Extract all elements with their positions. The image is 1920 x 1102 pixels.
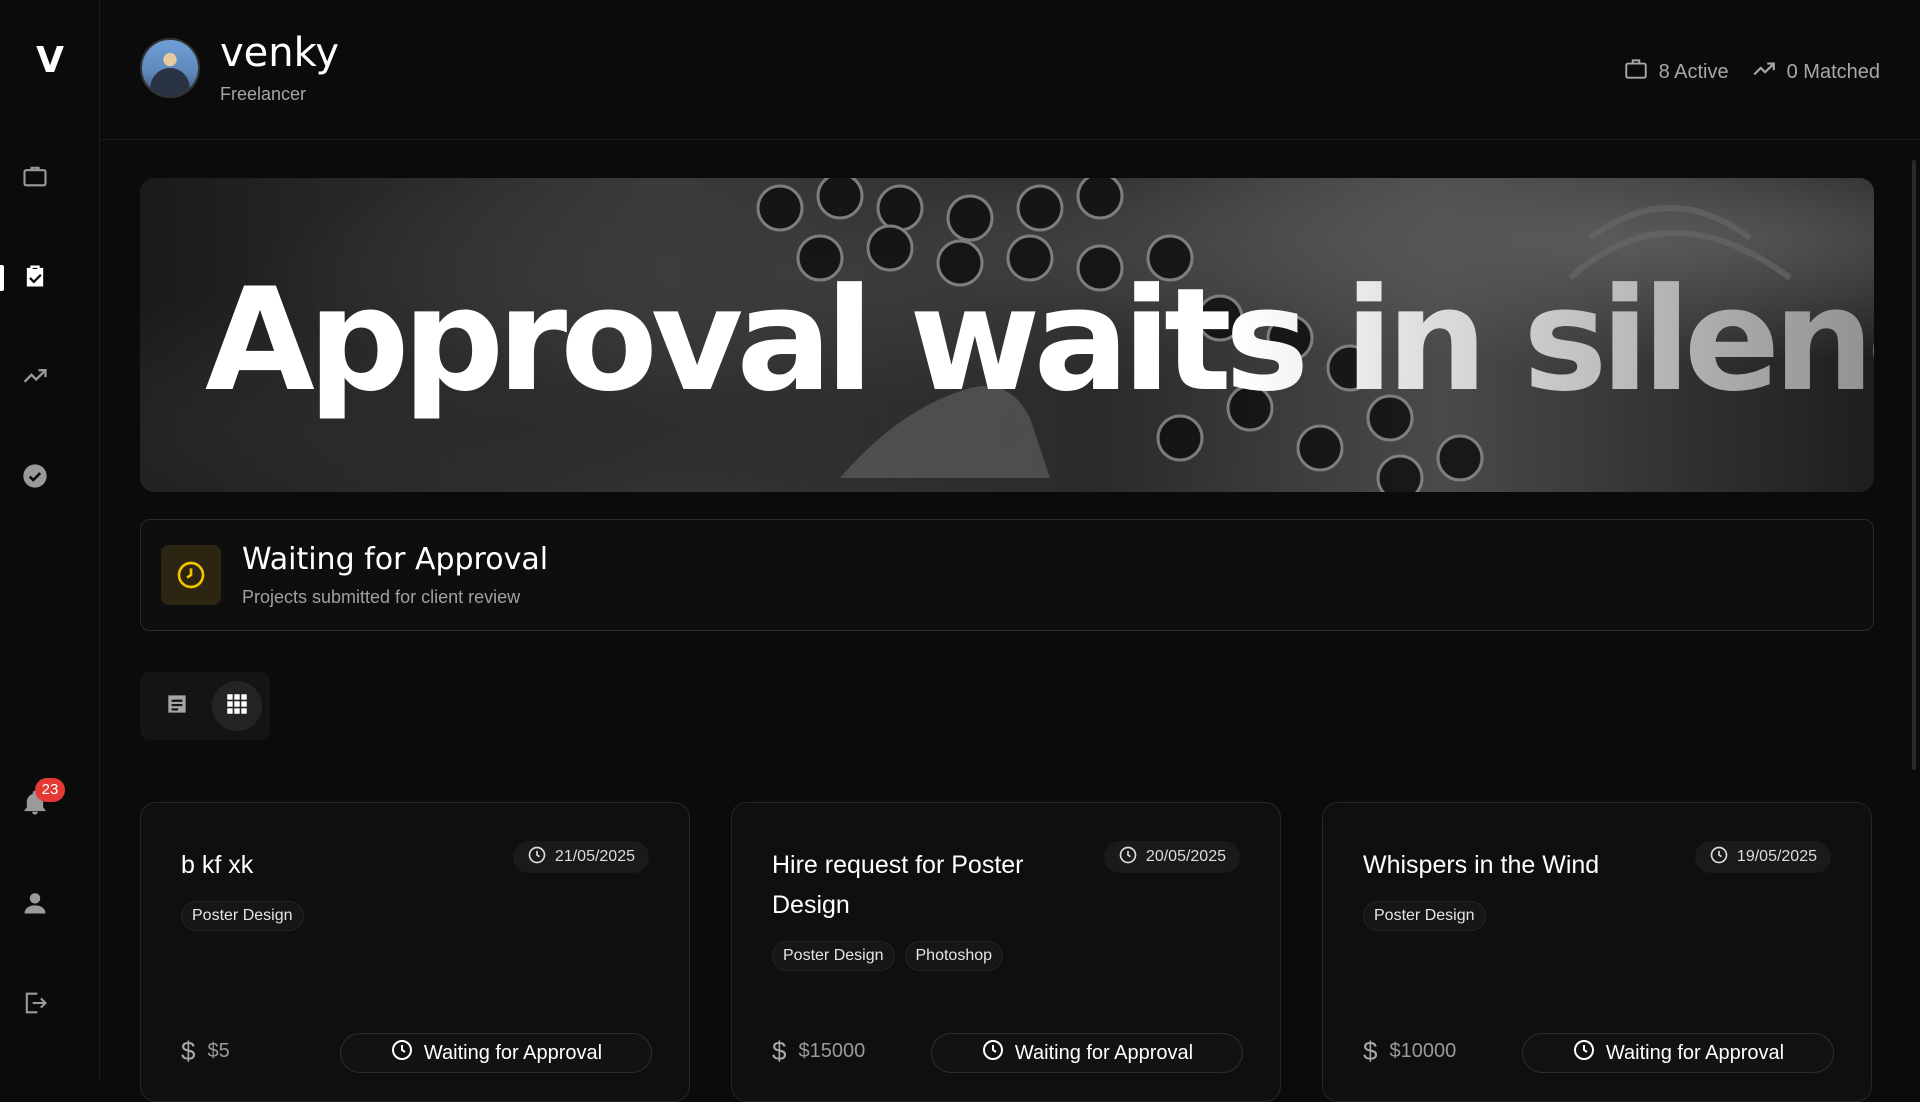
card-tags: Poster Design <box>1363 901 1486 931</box>
view-toggle <box>140 672 270 740</box>
card-price-value: $15000 <box>798 1040 866 1062</box>
dollar-icon: $ <box>1363 1036 1378 1066</box>
status-label: Waiting for Approval <box>1605 1041 1785 1064</box>
clock-icon <box>1572 1038 1596 1068</box>
nav-profile[interactable] <box>0 885 70 925</box>
tag: Poster Design <box>772 941 895 971</box>
card-title: b kf xk <box>181 851 254 879</box>
page-scrollbar[interactable] <box>1912 160 1916 770</box>
status-button[interactable]: Waiting for Approval <box>340 1033 652 1073</box>
clock-icon <box>1118 845 1138 870</box>
app-logo[interactable]: V <box>0 40 100 81</box>
clipboard-check-icon <box>21 262 49 295</box>
card-title: Hire request for Poster Design <box>772 851 1024 919</box>
user-role: Freelancer <box>220 84 307 104</box>
nav-completed[interactable] <box>0 458 70 498</box>
notification-badge: 23 <box>35 778 65 802</box>
project-card[interactable]: Hire request for Poster Design 20/05/202… <box>731 802 1281 1102</box>
section-header: Waiting for Approval Projects submitted … <box>140 519 1874 631</box>
tag: Poster Design <box>1363 901 1486 931</box>
grid-icon <box>224 691 250 722</box>
section-title: Waiting for Approval <box>242 542 549 577</box>
dollar-icon: $ <box>772 1036 787 1066</box>
list-icon <box>164 691 190 722</box>
nav-logout[interactable] <box>0 985 70 1025</box>
trending-up-icon <box>21 362 49 395</box>
status-label: Waiting for Approval <box>423 1041 603 1064</box>
list-view-button[interactable] <box>152 681 202 731</box>
card-date-text: 20/05/2025 <box>1145 848 1226 865</box>
grid-view-button[interactable] <box>212 681 262 731</box>
active-count: 8 Active <box>1658 60 1729 83</box>
clock-icon <box>527 845 547 870</box>
card-price-value: $10000 <box>1389 1040 1457 1062</box>
sidebar: V 23 <box>0 0 100 1080</box>
card-date: 21/05/2025 <box>512 841 649 873</box>
clock-icon <box>1709 845 1729 870</box>
trending-up-icon <box>1751 56 1777 88</box>
card-price: $ $15000 <box>772 1036 865 1067</box>
project-card[interactable]: Whispers in the Wind 19/05/2025 Poster D… <box>1322 802 1872 1102</box>
briefcase-icon <box>1623 56 1649 88</box>
dollar-icon: $ <box>181 1036 196 1066</box>
nav-briefcase[interactable] <box>0 158 70 198</box>
tag: Poster Design <box>181 901 304 931</box>
card-tags: Poster Design <box>181 901 304 931</box>
status-button[interactable]: Waiting for Approval <box>1522 1033 1834 1073</box>
tag: Photoshop <box>904 941 1004 971</box>
status-label: Waiting for Approval <box>1014 1041 1194 1064</box>
user-name: venky <box>220 30 340 76</box>
card-date: 20/05/2025 <box>1103 841 1240 873</box>
avatar[interactable] <box>140 38 200 98</box>
card-date: 19/05/2025 <box>1694 841 1831 873</box>
project-card[interactable]: b kf xk 21/05/2025 Poster Design $ $5 Wa… <box>140 802 690 1102</box>
clock-icon <box>390 1038 414 1068</box>
card-date-text: 19/05/2025 <box>1736 848 1817 865</box>
clock-icon <box>981 1038 1005 1068</box>
user-icon <box>21 889 49 922</box>
hero-banner: Approval waits in silence. <box>140 178 1874 492</box>
card-price: $ $10000 <box>1363 1036 1456 1067</box>
card-price: $ $5 <box>181 1036 230 1067</box>
briefcase-icon <box>21 162 49 195</box>
status-button[interactable]: Waiting for Approval <box>931 1033 1243 1073</box>
card-price-value: $5 <box>207 1040 230 1062</box>
clock-icon <box>161 545 221 605</box>
card-title: Whispers in the Wind <box>1363 851 1600 879</box>
logout-icon <box>21 989 49 1022</box>
header-stats: 8 Active 0 Matched <box>1623 56 1880 88</box>
matched-count: 0 Matched <box>1786 60 1880 83</box>
check-circle-icon <box>21 462 49 495</box>
section-subtitle: Projects submitted for client review <box>242 587 521 607</box>
card-tags: Poster Design Photoshop <box>772 941 1004 971</box>
nav-approvals[interactable] <box>0 258 70 298</box>
hero-headline: Approval waits in silence. <box>205 258 1874 423</box>
matched-stat: 0 Matched <box>1751 56 1880 88</box>
card-date-text: 21/05/2025 <box>554 848 635 865</box>
active-stat: 8 Active <box>1623 56 1729 88</box>
top-header: venky Freelancer 8 Active 0 Matched <box>100 0 1920 140</box>
nav-trending[interactable] <box>0 358 70 398</box>
